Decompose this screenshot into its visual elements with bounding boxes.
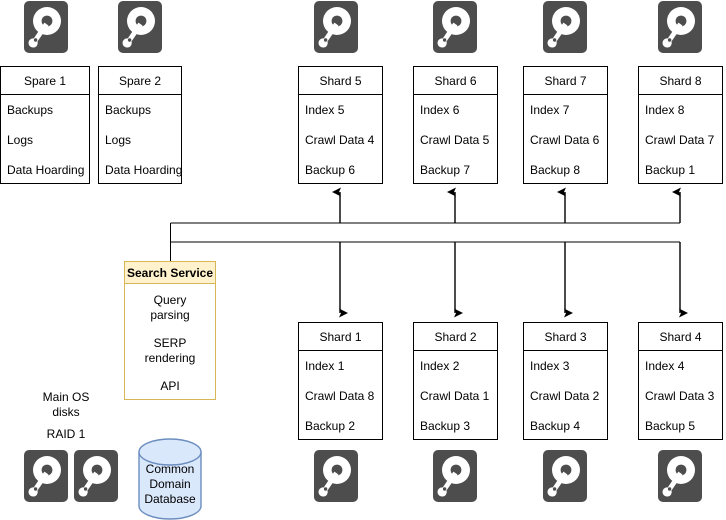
spare-card-1[interactable]: Spare 1 Backups Logs Data Hoarding	[0, 66, 90, 184]
search-service-body: Query parsing SERP rendering API	[125, 284, 215, 394]
shard-card-row: Backup 2	[305, 419, 356, 433]
shard-card-row: Index 2	[420, 359, 460, 373]
shard-card-row: Crawl Data 1	[420, 389, 490, 403]
shard-card-title: Shard 6	[414, 67, 497, 95]
shard-card-3[interactable]: Shard 3 Index 3 Crawl Data 2 Backup 4	[523, 322, 608, 440]
shard-card-title: Shard 8	[639, 67, 722, 95]
spare-card-row: Data Hoarding	[105, 163, 183, 177]
shard-card-row: Backup 1	[645, 163, 696, 177]
shard-card-row: Backup 3	[420, 419, 471, 433]
feature-line: API	[160, 379, 180, 393]
hard-disk-icon	[658, 1, 702, 53]
shard-card-row: Index 3	[530, 359, 570, 373]
shard-card-title: Shard 3	[524, 323, 607, 351]
shard-card-body: Index 1 Crawl Data 8 Backup 2	[299, 351, 382, 439]
hard-disk-icon	[24, 450, 68, 502]
shard-card-row: Crawl Data 3	[645, 389, 715, 403]
shard-card-row: Backup 7	[420, 163, 471, 177]
shard-card-body: Index 4 Crawl Data 3 Backup 5	[639, 351, 722, 439]
shard-card-row: Backup 6	[305, 163, 356, 177]
shard-card-title: Shard 5	[299, 67, 382, 95]
shard-card-4[interactable]: Shard 4 Index 4 Crawl Data 3 Backup 5	[638, 322, 723, 440]
hard-disk-icon	[433, 450, 477, 502]
shard-card-body: Index 7 Crawl Data 6 Backup 8	[524, 95, 607, 183]
shard-card-row: Crawl Data 2	[530, 389, 600, 403]
shard-card-row: Crawl Data 7	[645, 133, 715, 147]
feature-line: SERP	[153, 336, 187, 350]
shard-card-row: Index 8	[645, 103, 685, 117]
shard-card-6[interactable]: Shard 6 Index 6 Crawl Data 5 Backup 7	[413, 66, 498, 184]
raid-label: RAID 1	[46, 427, 86, 441]
shard-card-8[interactable]: Shard 8 Index 8 Crawl Data 7 Backup 1	[638, 66, 723, 184]
shard-card-row: Crawl Data 5	[420, 133, 490, 147]
spare-card-title: Spare 2	[99, 67, 181, 95]
main-os-label-line1: Main OS	[42, 390, 90, 404]
database-cylinder-icon	[138, 438, 202, 520]
shard-card-row: Index 1	[305, 359, 345, 373]
shard-card-row: Crawl Data 8	[305, 389, 375, 403]
shard-card-row: Index 7	[530, 103, 570, 117]
hard-disk-icon	[543, 1, 587, 53]
spare-card-body: Backups Logs Data Hoarding	[99, 95, 183, 183]
hard-disk-icon	[118, 1, 162, 53]
shard-card-row: Backup 5	[645, 419, 696, 433]
shard-card-body: Index 6 Crawl Data 5 Backup 7	[414, 95, 497, 183]
search-service-feature-query-parsing: Query parsing	[125, 293, 215, 323]
feature-line: rendering	[144, 351, 196, 365]
shard-card-row: Backup 4	[530, 419, 581, 433]
shard-card-title: Shard 1	[299, 323, 382, 351]
shard-card-body: Index 8 Crawl Data 7 Backup 1	[639, 95, 722, 183]
shard-card-row: Crawl Data 4	[305, 133, 375, 147]
spare-card-row: Logs	[105, 133, 132, 147]
hard-disk-icon	[543, 450, 587, 502]
shard-card-row: Index 4	[645, 359, 685, 373]
feature-line: parsing	[150, 308, 190, 322]
hard-disk-icon	[314, 450, 358, 502]
common-domain-database[interactable]: Common Domain Database	[138, 438, 202, 520]
hard-disk-icon	[433, 1, 477, 53]
main-os-disks-label: Main OS disks	[20, 390, 112, 420]
search-service-title: Search Service	[125, 262, 215, 284]
hard-disk-icon	[658, 450, 702, 502]
shard-card-row: Index 5	[305, 103, 345, 117]
main-os-label-line2: disks	[52, 405, 80, 419]
hard-disk-icon	[74, 450, 118, 502]
shard-card-5[interactable]: Shard 5 Index 5 Crawl Data 4 Backup 6	[298, 66, 383, 184]
spare-card-2[interactable]: Spare 2 Backups Logs Data Hoarding	[98, 66, 182, 184]
spare-card-row: Logs	[7, 133, 34, 147]
shard-card-body: Index 3 Crawl Data 2 Backup 4	[524, 351, 607, 439]
hard-disk-icon	[314, 1, 358, 53]
search-service-feature-api: API	[125, 379, 215, 394]
shard-card-title: Shard 2	[414, 323, 497, 351]
search-service-feature-serp-rendering: SERP rendering	[125, 336, 215, 366]
shard-card-row: Crawl Data 6	[530, 133, 600, 147]
shard-card-7[interactable]: Shard 7 Index 7 Crawl Data 6 Backup 8	[523, 66, 608, 184]
hard-disk-icon	[24, 1, 68, 53]
spare-card-row: Data Hoarding	[7, 163, 85, 177]
shard-card-row: Backup 8	[530, 163, 581, 177]
shard-card-title: Shard 7	[524, 67, 607, 95]
spare-card-row: Backups	[7, 103, 54, 117]
shard-card-row: Index 6	[420, 103, 460, 117]
shard-card-2[interactable]: Shard 2 Index 2 Crawl Data 1 Backup 3	[413, 322, 498, 440]
shard-card-body: Index 5 Crawl Data 4 Backup 6	[299, 95, 382, 183]
spare-card-row: Backups	[105, 103, 152, 117]
spare-card-title: Spare 1	[1, 67, 89, 95]
shard-card-title: Shard 4	[639, 323, 722, 351]
shard-card-body: Index 2 Crawl Data 1 Backup 3	[414, 351, 497, 439]
shard-card-1[interactable]: Shard 1 Index 1 Crawl Data 8 Backup 2	[298, 322, 383, 440]
spare-card-body: Backups Logs Data Hoarding	[1, 95, 89, 183]
diagram-canvas: Spare 1 Backups Logs Data Hoarding Spare…	[0, 0, 726, 520]
search-service-box[interactable]: Search Service Query parsing SERP render…	[124, 261, 216, 400]
feature-line: Query	[153, 293, 187, 307]
